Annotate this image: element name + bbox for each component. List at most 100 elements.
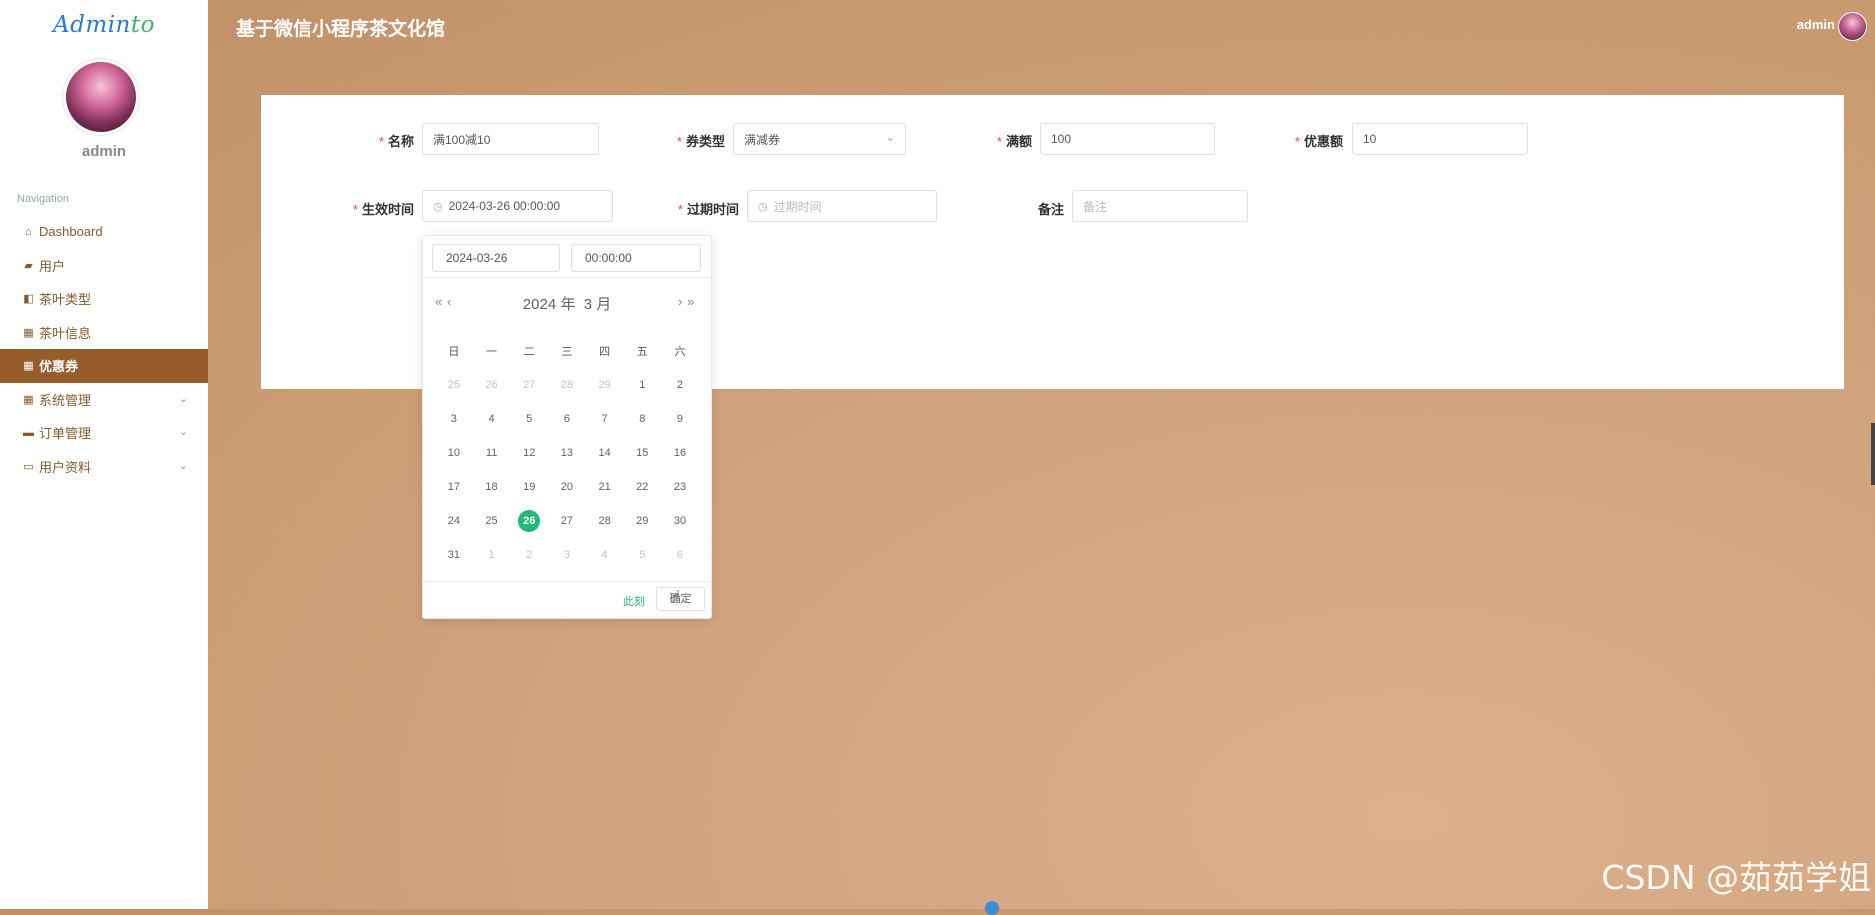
calendar-day[interactable]: 27 — [548, 515, 586, 527]
weekday-label: 五 — [636, 346, 648, 358]
calendar-day[interactable]: 13 — [548, 447, 586, 459]
picker-time-input[interactable]: 00:00:00 — [571, 244, 701, 272]
calendar-day[interactable]: 16 — [661, 447, 699, 459]
calendar-day[interactable]: 21 — [586, 481, 624, 493]
start-time-input[interactable]: ◷ 2024-03-26 00:00:00 — [422, 190, 613, 222]
calendar-day[interactable]: 25 — [473, 515, 511, 527]
calendar-day-number: 13 — [560, 447, 574, 459]
calendar-day[interactable]: 6 — [661, 549, 699, 561]
calendar-day[interactable]: 4 — [586, 549, 624, 561]
header-avatar[interactable] — [1838, 12, 1867, 41]
calendar-day[interactable]: 23 — [661, 481, 699, 493]
calendar-day-number: 6 — [676, 549, 684, 561]
calendar-day[interactable]: 18 — [473, 481, 511, 493]
sidebar-item-system[interactable]: ▦ 系统管理 ⌄ — [0, 383, 208, 417]
sidebar-item-profile[interactable]: ▭ 用户资料 ⌄ — [0, 450, 208, 484]
calendar-day[interactable]: 22 — [623, 481, 661, 493]
calendar-day[interactable]: 10 — [435, 447, 473, 459]
sidebar-item-coupons[interactable]: ▦ 优惠券 — [0, 349, 208, 383]
calendar-day[interactable]: 24 — [435, 515, 473, 527]
calendar-day[interactable]: 8 — [623, 413, 661, 425]
calendar-day-number: 6 — [563, 413, 570, 425]
calendar-day[interactable]: 1 — [623, 379, 661, 391]
calendar-day[interactable]: 1 — [473, 549, 511, 561]
calendar-day[interactable]: 19 — [510, 481, 548, 493]
calendar-day[interactable]: 5 — [623, 549, 661, 561]
calendar-day[interactable]: 30 — [661, 515, 699, 527]
sidebar-item-users[interactable]: ▰ 用户 — [0, 249, 208, 283]
user-avatar[interactable] — [66, 62, 136, 132]
weekday-label: 二 — [523, 346, 535, 358]
calendar-day-number: 28 — [560, 379, 574, 391]
calendar-day-number: 29 — [636, 515, 649, 527]
calendar-day[interactable]: 6 — [548, 413, 586, 425]
expire-time-input[interactable]: ◷ 过期时间 — [747, 190, 937, 222]
calendar-day-number: 14 — [598, 447, 611, 459]
sidebar-item-tea-types[interactable]: ◧ 茶叶类型 — [0, 282, 208, 316]
name-input[interactable]: 满100减10 — [422, 123, 599, 155]
page-title: 基于微信小程序茶文化馆 — [236, 18, 446, 40]
calendar-day[interactable]: 4 — [473, 413, 511, 425]
calendar-day-number: 8 — [639, 413, 646, 425]
weekday-label: 六 — [674, 346, 686, 358]
app-logo[interactable]: Adminto — [0, 12, 208, 38]
discount-input[interactable]: 10 — [1352, 123, 1528, 155]
picker-month-label[interactable]: 3 月 — [584, 296, 612, 313]
calendar-day[interactable]: 3 — [548, 549, 586, 561]
calendar-day[interactable]: 25 — [435, 379, 473, 391]
threshold-input[interactable]: 100 — [1040, 123, 1215, 155]
calendar-day[interactable]: 3 — [435, 413, 473, 425]
calendar-day[interactable]: 5 — [510, 413, 548, 425]
calendar-day[interactable]: 17 — [435, 481, 473, 493]
calendar-week-row: 31 1 2 3 4 5 6 — [435, 538, 699, 572]
clock-icon: ◷ — [758, 200, 768, 213]
calendar-day[interactable]: 14 — [586, 447, 624, 459]
calendar-day[interactable]: 26 — [473, 379, 511, 391]
calendar-day[interactable]: 7 — [586, 413, 624, 425]
sidebar-item-orders[interactable]: ▬ 订单管理 ⌄ — [0, 416, 208, 450]
calendar-day[interactable]: 27 — [510, 379, 548, 391]
briefcase-icon: ▰ — [24, 259, 33, 272]
chevron-down-icon: ⌄ — [178, 426, 188, 438]
calendar-day[interactable]: 29 — [623, 515, 661, 527]
header-user-name[interactable]: admin — [1797, 17, 1835, 32]
calendar-day-number: 5 — [526, 413, 533, 425]
picker-date-input[interactable]: 2024-03-26 — [432, 244, 560, 272]
calendar-day[interactable]: 2 — [661, 379, 699, 391]
pointer-cursor-icon: ☝ — [670, 587, 681, 607]
calendar-day[interactable]: 31 — [435, 549, 473, 561]
calendar-day[interactable]: 11 — [473, 447, 511, 459]
calendar-day[interactable]: 28 — [548, 379, 586, 391]
floating-dot[interactable] — [985, 901, 999, 915]
card-icon: ▭ — [23, 460, 34, 473]
calendar-day-number: 12 — [523, 447, 536, 459]
picker-divider — [423, 277, 711, 278]
sidebar-item-dashboard[interactable]: ⌂ Dashboard — [0, 215, 208, 249]
next-month-icon[interactable]: › — [678, 294, 682, 309]
sidebar-item-label: 茶叶信息 — [39, 325, 92, 341]
remark-input[interactable]: 备注 — [1072, 190, 1248, 222]
calendar-day[interactable]: 9 — [661, 413, 699, 425]
calendar-day-number: 1 — [639, 379, 646, 391]
calendar-day[interactable]: 28 — [586, 515, 624, 527]
calendar-day[interactable]: 2 — [510, 549, 548, 561]
calendar-day-selected[interactable]: 26 — [510, 510, 548, 532]
calendar-day-number: 5 — [639, 549, 646, 561]
next-year-icon[interactable]: » — [687, 294, 694, 309]
calendar-day[interactable]: 29 — [586, 379, 624, 391]
calendar-day[interactable]: 12 — [510, 447, 548, 459]
sidebar-item-tea-info[interactable]: ▦ 茶叶信息 — [0, 316, 208, 350]
grid-icon: ▦ — [23, 360, 34, 373]
calendar-day[interactable]: 15 — [623, 447, 661, 459]
now-button[interactable]: 此刻 — [623, 593, 645, 609]
sidebar-user-name[interactable]: admin — [0, 143, 208, 160]
expire-time-label: * 过期时间 — [677, 202, 739, 217]
calendar-day-number: 19 — [523, 481, 536, 493]
calendar-grid: 日一二三四五六 25 26 27 28 29 1 2 3 4 5 6 7 8 9 10 11 12 13 14 15 16… — [435, 334, 699, 572]
scrollbar-thumb[interactable] — [1871, 423, 1875, 485]
coupon-type-select[interactable]: 满减券 ⌄ — [733, 123, 906, 155]
calendar-day[interactable]: 20 — [548, 481, 586, 493]
expire-time-placeholder: 过期时间 — [773, 199, 822, 214]
picker-year-label[interactable]: 2024 年 — [523, 296, 576, 313]
calendar-week-row: 24 25 26 27 28 29 30 — [435, 504, 699, 538]
